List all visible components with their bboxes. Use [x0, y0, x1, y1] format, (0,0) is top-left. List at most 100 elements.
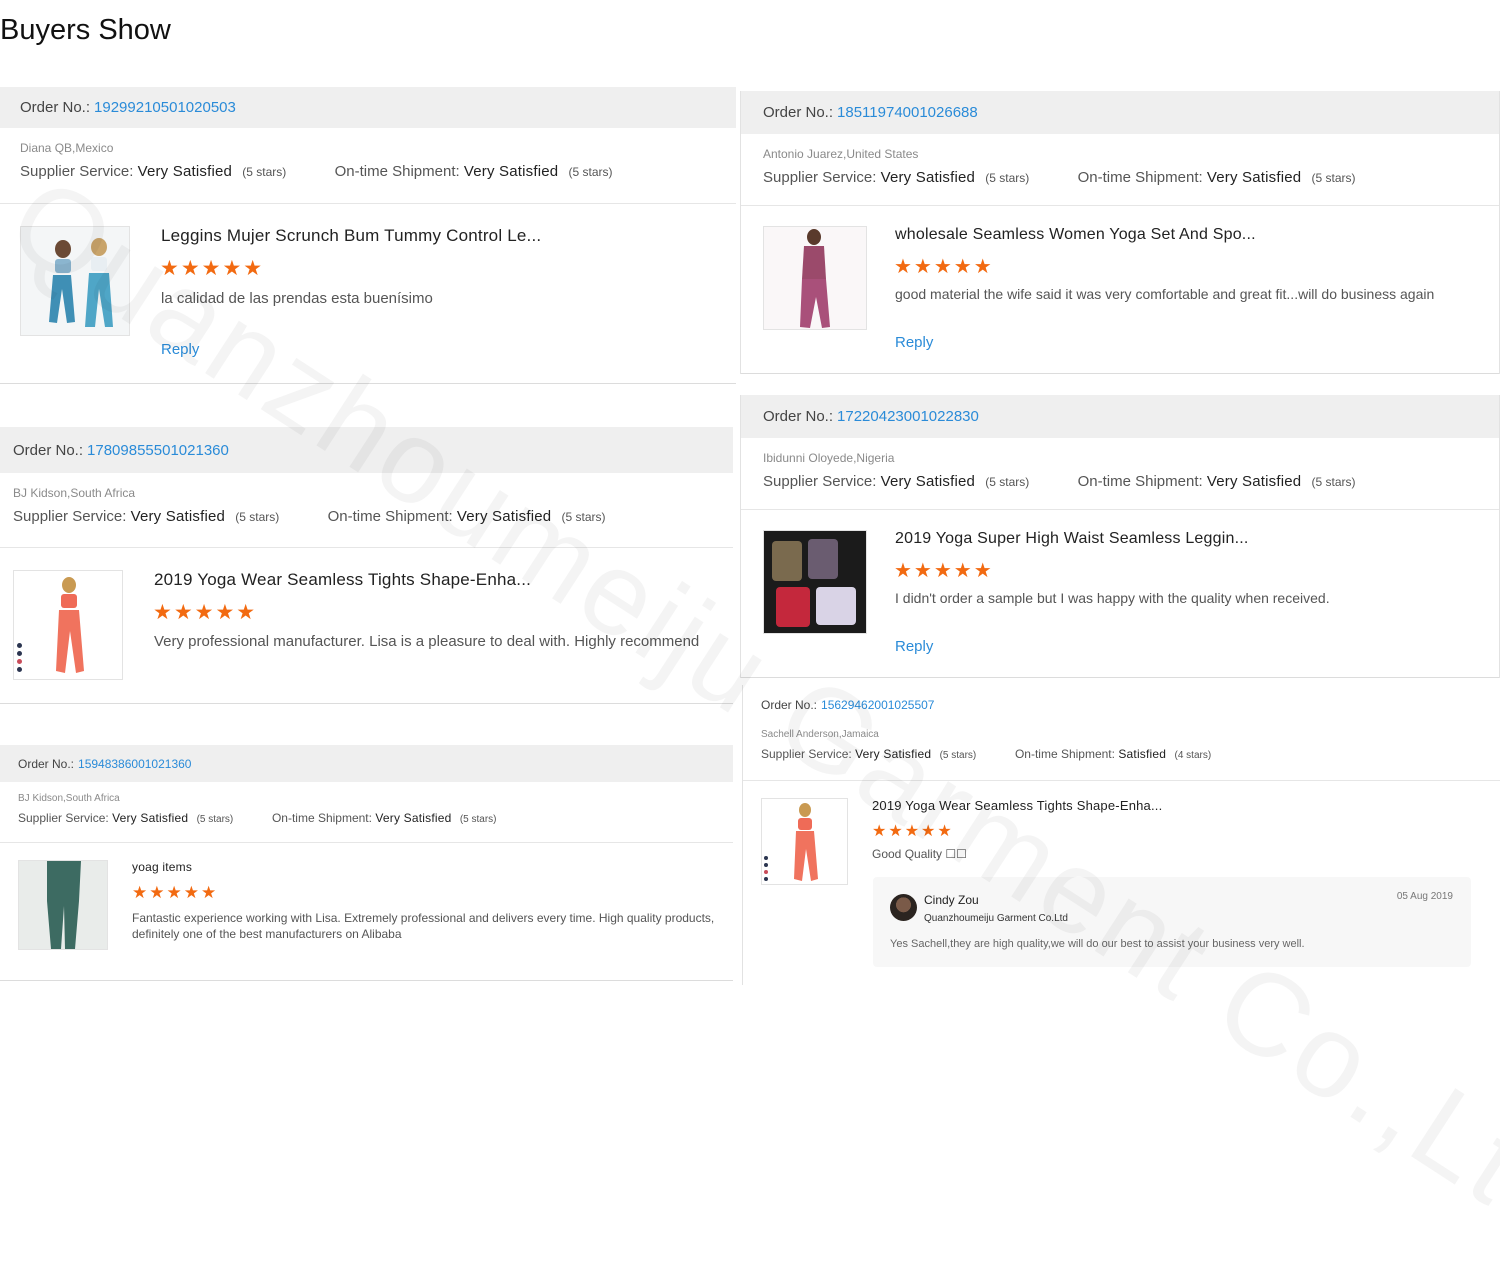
shipment-stars: (5 stars) [568, 165, 613, 179]
shipment-value: Very Satisfied [1206, 473, 1302, 490]
product-title[interactable]: wholesale Seamless Women Yoga Set And Sp… [895, 226, 1256, 244]
color-swatches [17, 643, 22, 675]
buyer-name: Antonio Juarez,United States [763, 147, 919, 161]
color-swatches [764, 856, 768, 884]
order-no-label: Order No.: [20, 99, 91, 116]
supplier-service-value: Very Satisfied [880, 473, 976, 490]
order-no-label: Order No.: [13, 441, 84, 459]
order-number-link[interactable]: 17220423001022830 [837, 408, 979, 425]
rating-stars: ★★★★★ [894, 256, 994, 278]
shipment-stars: (5 stars) [1311, 475, 1356, 489]
review-comment: la calidad de las prendas esta buenísimo [161, 290, 433, 307]
review-card: Order No.: 18511974001026688 Antonio Jua… [740, 91, 1500, 374]
review-comment: Very professional manufacturer. Lisa is … [154, 633, 700, 650]
supplier-service-label: Supplier Service: [763, 169, 877, 186]
product-image[interactable] [763, 530, 867, 634]
buyer-name: BJ Kidson,South Africa [18, 793, 120, 804]
reply-link[interactable]: Reply [161, 341, 199, 358]
supplier-service-label: Supplier Service: [761, 747, 852, 761]
order-number-link[interactable]: 19299210501020503 [94, 99, 236, 116]
seller-company: Quanzhoumeiju Garment Co.Ltd [924, 913, 1068, 924]
order-header: Order No.: 17220423001022830 [741, 395, 1499, 438]
review-comment: Fantastic experience working with Lisa. … [132, 911, 715, 941]
shipment-value: Very Satisfied [375, 811, 452, 825]
supplier-service-label: Supplier Service: [18, 811, 109, 825]
service-ratings: Supplier Service: Very Satisfied (5 star… [763, 473, 1499, 490]
order-number-link[interactable]: 17809855501021360 [87, 442, 229, 459]
review-comment: Good Quality ☐☐ [872, 847, 967, 861]
service-ratings: Supplier Service: Very Satisfied (5 star… [763, 169, 1499, 186]
supplier-service-stars: (5 stars) [985, 475, 1030, 489]
order-header: Order No.: 19299210501020503 [0, 87, 736, 128]
order-no-label: Order No.: [763, 104, 834, 121]
shipment-stars: (4 stars) [1174, 750, 1212, 761]
order-header: Order No.: 15629462001025507 [743, 685, 1500, 715]
service-ratings: Supplier Service: Very Satisfied (5 star… [20, 163, 736, 180]
seller-reply: Cindy Zou Quanzhoumeiju Garment Co.Ltd 0… [873, 877, 1471, 967]
reply-link[interactable]: Reply [895, 334, 933, 351]
supplier-service-stars: (5 stars) [985, 171, 1030, 185]
review-comment: I didn't order a sample but I was happy … [895, 590, 1330, 606]
supplier-service-value: Very Satisfied [855, 747, 932, 761]
service-ratings: Supplier Service: Very Satisfied (5 star… [13, 508, 733, 525]
page-title: Buyers Show [0, 14, 171, 46]
shipment-value: Very Satisfied [463, 163, 559, 180]
review-comment: good material the wife said it was very … [895, 286, 1435, 302]
supplier-service-label: Supplier Service: [763, 473, 877, 490]
review-body: yoag items ★★★★★ Fantastic experience wo… [0, 843, 733, 981]
shipment-label: On-time Shipment: [1077, 169, 1203, 186]
product-title[interactable]: Leggins Mujer Scrunch Bum Tummy Control … [161, 226, 541, 246]
buyer-name: BJ Kidson,South Africa [13, 486, 136, 500]
review-meta: BJ Kidson,South Africa Supplier Service:… [0, 473, 733, 548]
shipment-value: Very Satisfied [1206, 169, 1302, 186]
supplier-service-value: Very Satisfied [130, 508, 226, 525]
rating-stars: ★★★★★ [872, 823, 954, 840]
shipment-stars: (5 stars) [561, 510, 606, 524]
seller-avatar [890, 894, 917, 921]
review-body: 2019 Yoga Wear Seamless Tights Shape-Enh… [743, 781, 1500, 985]
reply-date: 05 Aug 2019 [1396, 891, 1453, 902]
review-meta: Diana QB,Mexico Supplier Service: Very S… [0, 128, 736, 204]
order-number-link[interactable]: 15948386001021360 [78, 757, 191, 771]
product-image[interactable] [18, 860, 108, 950]
shipment-label: On-time Shipment: [334, 163, 460, 180]
product-title[interactable]: 2019 Yoga Wear Seamless Tights Shape-Enh… [154, 570, 531, 590]
supplier-service-stars: (5 stars) [242, 165, 287, 179]
rating-stars: ★★★★★ [132, 883, 219, 902]
product-title[interactable]: 2019 Yoga Wear Seamless Tights Shape-Enh… [872, 798, 1162, 813]
shipment-stars: (5 stars) [1311, 171, 1356, 185]
review-card: Order No.: 19299210501020503 Diana QB,Me… [0, 87, 736, 384]
review-meta: BJ Kidson,South Africa Supplier Service:… [0, 782, 733, 843]
order-number-link[interactable]: 15629462001025507 [821, 698, 934, 712]
review-card: Order No.: 15948386001021360 BJ Kidson,S… [0, 745, 733, 981]
buyer-name: Ibidunni Oloyede,Nigeria [763, 451, 895, 465]
supplier-service-stars: (5 stars) [235, 510, 280, 524]
product-image[interactable] [761, 798, 848, 885]
order-header: Order No.: 18511974001026688 [741, 91, 1499, 134]
product-title[interactable]: yoag items [132, 860, 192, 874]
review-body: wholesale Seamless Women Yoga Set And Sp… [741, 206, 1499, 374]
shipment-stars: (5 stars) [459, 814, 497, 825]
shipment-value: Satisfied [1118, 747, 1167, 761]
shipment-label: On-time Shipment: [327, 508, 453, 525]
order-number-link[interactable]: 18511974001026688 [837, 104, 978, 121]
supplier-service-value: Very Satisfied [880, 169, 976, 186]
review-card: Order No.: 17809855501021360 BJ Kidson,S… [0, 427, 733, 704]
order-header: Order No.: 17809855501021360 [0, 427, 733, 473]
seller-name: Cindy Zou [924, 893, 979, 907]
order-no-label: Order No.: [761, 698, 818, 712]
product-image[interactable] [13, 570, 123, 680]
product-title[interactable]: 2019 Yoga Super High Waist Seamless Legg… [895, 530, 1249, 548]
supplier-service-stars: (5 stars) [939, 750, 977, 761]
reply-link[interactable]: Reply [895, 638, 933, 655]
product-image[interactable] [20, 226, 130, 336]
rating-stars: ★★★★★ [160, 257, 265, 280]
product-image[interactable] [763, 226, 867, 330]
order-header: Order No.: 15948386001021360 [0, 745, 733, 782]
review-card: Order No.: 17220423001022830 Ibidunni Ol… [740, 395, 1500, 678]
review-meta: Sachell Anderson,Jamaica Supplier Servic… [743, 715, 1500, 781]
shipment-label: On-time Shipment: [1077, 473, 1203, 490]
shipment-value: Very Satisfied [456, 508, 552, 525]
review-meta: Antonio Juarez,United States Supplier Se… [741, 134, 1499, 206]
review-body: Leggins Mujer Scrunch Bum Tummy Control … [0, 204, 736, 384]
